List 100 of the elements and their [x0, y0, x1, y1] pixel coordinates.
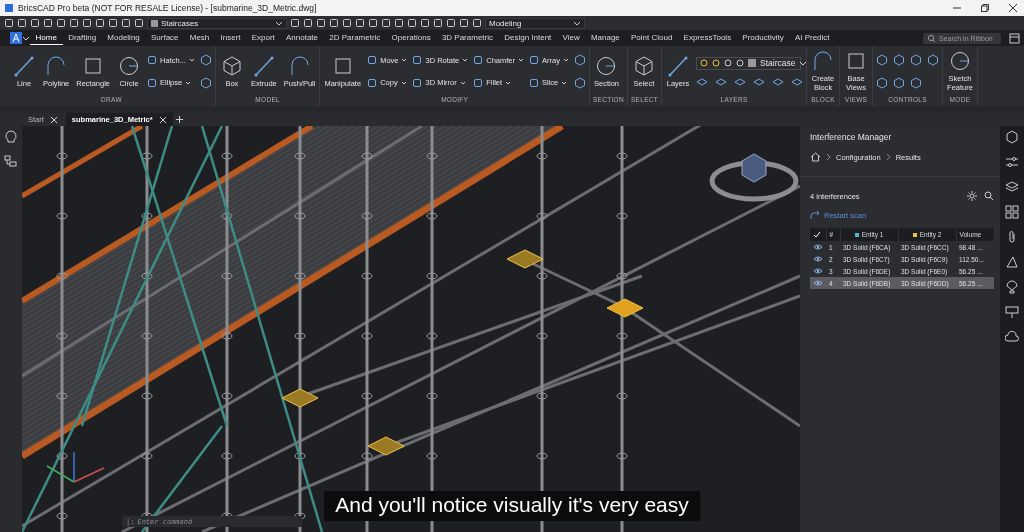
- close-icon[interactable]: [1008, 3, 1018, 13]
- eye-icon[interactable]: [813, 255, 823, 263]
- ribbon-tab[interactable]: 2D Parametric: [323, 31, 386, 45]
- caret-icon: [400, 79, 407, 86]
- caret-icon: [188, 57, 195, 64]
- app-icon: [4, 3, 14, 13]
- tree-icon[interactable]: [4, 155, 18, 169]
- panel-icon[interactable]: [1009, 32, 1020, 44]
- tool-icon[interactable]: [927, 54, 940, 67]
- cloud-icon[interactable]: [1005, 330, 1019, 344]
- tool-icon[interactable]: [573, 76, 586, 89]
- eye-icon[interactable]: [813, 243, 823, 251]
- triangle-icon[interactable]: [1005, 255, 1019, 269]
- ribbon-tab[interactable]: AI Predict: [789, 31, 836, 45]
- caret-icon: [505, 79, 512, 86]
- lightbulb-icon[interactable]: [4, 130, 18, 144]
- swatch-icon: [151, 19, 158, 27]
- ribbon-tab[interactable]: Mesh: [184, 31, 215, 45]
- caret-icon[interactable]: [22, 34, 30, 42]
- cube-icon[interactable]: [1005, 130, 1019, 144]
- caret-icon: [462, 57, 469, 64]
- subtitle-caption: And you'll notice visually it's very easy: [324, 491, 700, 521]
- ribbon-tab[interactable]: Annotate: [280, 31, 324, 45]
- board-icon[interactable]: [1005, 305, 1019, 319]
- ribbon-tab[interactable]: Point Cloud: [625, 31, 678, 45]
- caret-icon: [401, 57, 408, 64]
- caret-icon: [518, 57, 525, 64]
- tool-icon[interactable]: [910, 76, 923, 89]
- ucs-axes-icon: [46, 451, 105, 483]
- caret-icon: [561, 79, 568, 86]
- tool-icon: [948, 50, 971, 73]
- ribbon-tab[interactable]: Insert: [214, 31, 247, 45]
- ribbon-tab[interactable]: Design Intent: [498, 31, 557, 45]
- tool-icon[interactable]: [910, 54, 923, 67]
- tool-icon: [473, 77, 484, 88]
- tool-icon[interactable]: [876, 54, 889, 67]
- workspace-dropdown[interactable]: Modeling: [485, 17, 585, 29]
- tool-icon: [220, 54, 243, 77]
- app-menu-icon[interactable]: [10, 32, 22, 44]
- tool-icon[interactable]: [199, 76, 212, 89]
- ribbon-tab[interactable]: Export: [246, 31, 281, 45]
- grid-icon[interactable]: [1005, 205, 1019, 219]
- check-icon: [813, 231, 821, 238]
- layer-dropdown[interactable]: Staircases: [147, 17, 287, 29]
- tool-icon: [367, 77, 378, 88]
- tool-icon: [667, 54, 690, 77]
- chevron-icon: [885, 153, 891, 161]
- ribbon-tab[interactable]: Modeling: [101, 31, 146, 45]
- ribbon-tab[interactable]: Manage: [585, 31, 626, 45]
- add-tab-icon[interactable]: [174, 115, 184, 124]
- tool-icon: [529, 55, 540, 66]
- caret-icon: [459, 79, 466, 86]
- caret-icon: [799, 59, 808, 67]
- redo-arrow-icon: [810, 210, 820, 220]
- tool-icon: [473, 55, 484, 66]
- tool-icon[interactable]: [893, 54, 906, 67]
- ribbon-tab[interactable]: 3D Parametric: [436, 31, 499, 45]
- search-icon: [927, 34, 935, 42]
- tool-icon: [412, 77, 423, 88]
- swatch-icon: [748, 59, 757, 67]
- eye-icon[interactable]: [813, 267, 823, 275]
- tool-icon: [595, 54, 618, 77]
- restore-icon[interactable]: [980, 3, 990, 13]
- view-cube-icon[interactable]: [709, 153, 799, 202]
- tool-icon: [147, 55, 158, 66]
- zoom-icon[interactable]: [984, 191, 994, 201]
- tool-icon[interactable]: [876, 76, 889, 89]
- tool-icon[interactable]: [573, 54, 586, 67]
- ribbon-tab[interactable]: Surface: [145, 31, 185, 45]
- ribbon-tab[interactable]: View: [556, 31, 586, 45]
- tool-icon: [45, 54, 68, 77]
- tool-icon: [147, 77, 158, 88]
- ribbon-tab[interactable]: ExpressTools: [677, 31, 737, 45]
- home-icon[interactable]: [810, 152, 821, 162]
- tool-icon[interactable]: [199, 54, 212, 67]
- sliders-icon[interactable]: [1005, 155, 1019, 169]
- window-title: BricsCAD Pro beta (NOT FOR RESALE License) - [submarine_3D_Metric.dwg]: [18, 3, 317, 13]
- ribbon-tab[interactable]: Operations: [385, 31, 437, 45]
- caret-icon: [185, 79, 192, 86]
- layers-icon[interactable]: [1005, 180, 1019, 194]
- balloon-icon[interactable]: [1005, 280, 1019, 294]
- tool-icon[interactable]: [893, 76, 906, 89]
- tool-icon: [529, 77, 540, 88]
- chevron-icon: [826, 153, 831, 161]
- tool-icon: [13, 54, 35, 77]
- ribbon-tab[interactable]: Drafting: [62, 31, 102, 45]
- caret-icon: [275, 19, 283, 27]
- tool-icon: [367, 55, 378, 66]
- tool-icon: [812, 50, 835, 73]
- ribbon-tab[interactable]: Home: [30, 31, 63, 45]
- tool-icon: [252, 54, 275, 77]
- caret-icon: [573, 19, 581, 27]
- column-header[interactable]: [810, 228, 826, 241]
- ribbon-tab[interactable]: Productivity: [736, 31, 790, 45]
- tool-icon: [412, 55, 423, 66]
- panel-title: Interference Manager: [810, 132, 893, 142]
- sun-icon[interactable]: [967, 191, 977, 201]
- tool-icon: [118, 54, 141, 77]
- tool-icon: [632, 54, 655, 77]
- eye-icon[interactable]: [813, 279, 823, 287]
